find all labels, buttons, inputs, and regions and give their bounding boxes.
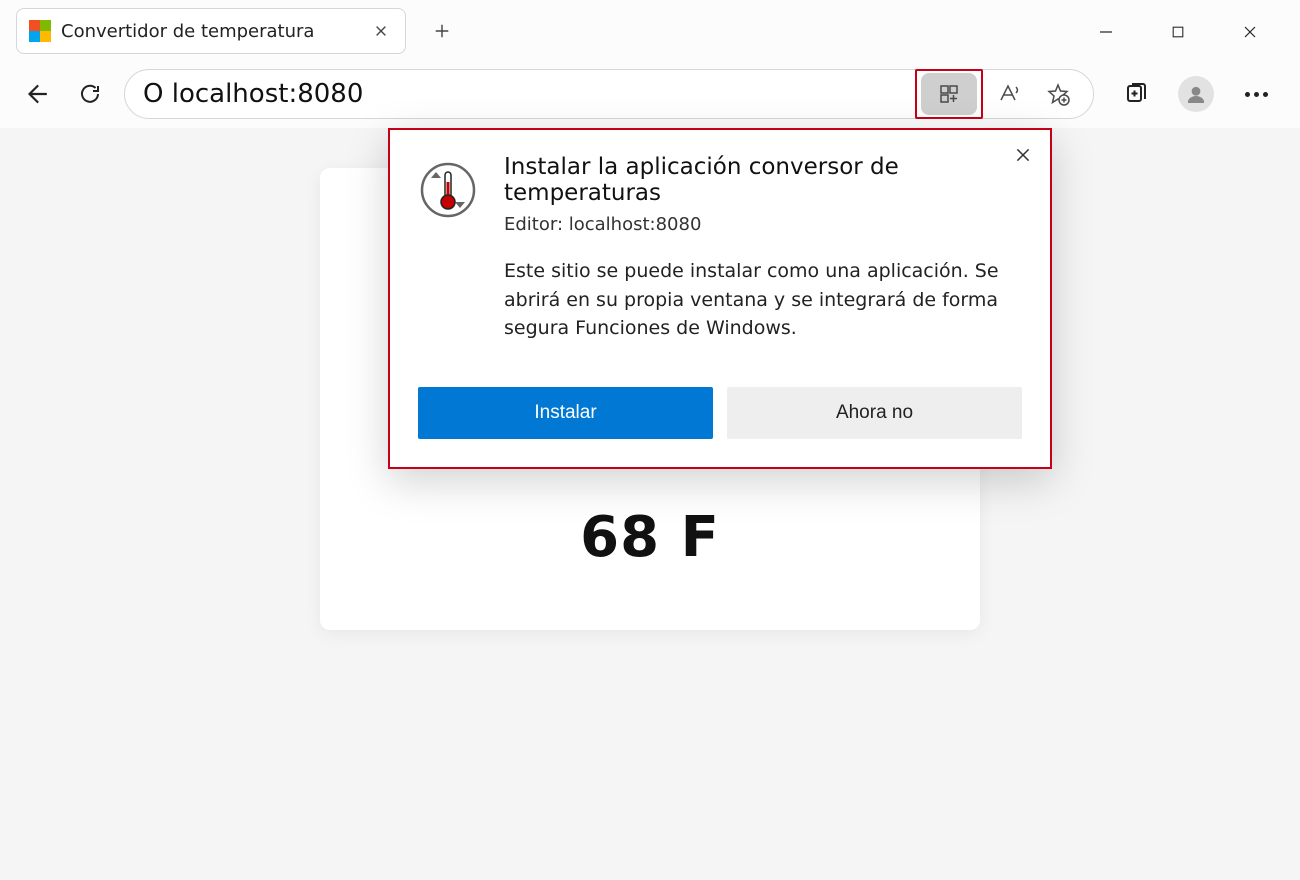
window-maximize-button[interactable] <box>1160 18 1196 46</box>
dialog-description: Este sitio se puede instalar como una ap… <box>504 257 1022 343</box>
result-value: 68 F <box>368 505 932 570</box>
collections-button[interactable] <box>1116 74 1156 114</box>
window-close-button[interactable] <box>1232 18 1268 46</box>
browser-toolbar: O localhost:8080 <box>0 60 1300 128</box>
window-minimize-button[interactable] <box>1088 18 1124 46</box>
page-viewport: con Fahrenheit ⌄ 68 F Instala <box>0 128 1300 880</box>
install-app-button[interactable] <box>921 73 977 115</box>
window-controls <box>1088 8 1292 46</box>
dialog-close-button[interactable] <box>1008 140 1038 170</box>
read-aloud-button[interactable] <box>983 74 1033 114</box>
browser-tab[interactable]: Convertidor de temperatura <box>16 8 406 54</box>
back-button[interactable] <box>16 74 56 114</box>
thermometer-app-icon <box>418 160 478 220</box>
settings-menu-button[interactable] <box>1236 74 1276 114</box>
url-bar-actions <box>915 69 1087 119</box>
refresh-button[interactable] <box>70 74 110 114</box>
new-tab-button[interactable] <box>422 11 462 51</box>
tab-strip: Convertidor de temperatura <box>16 8 462 54</box>
address-bar[interactable]: O localhost:8080 <box>124 69 1094 119</box>
install-button-highlight <box>915 69 983 119</box>
tab-title: Convertidor de temperatura <box>61 21 359 42</box>
favicon-microsoft-icon <box>29 20 51 42</box>
dialog-title: Instalar la aplicación conversor de temp… <box>504 154 1022 206</box>
ellipsis-icon <box>1245 92 1268 97</box>
install-button[interactable]: Instalar <box>418 387 713 439</box>
favorite-button[interactable] <box>1033 74 1083 114</box>
install-app-dialog: Instalar la aplicación conversor de temp… <box>388 128 1052 469</box>
toolbar-extras <box>1108 74 1276 114</box>
tab-close-button[interactable] <box>369 19 393 43</box>
profile-button[interactable] <box>1178 76 1214 112</box>
url-text: O localhost:8080 <box>143 79 901 109</box>
window-chrome: Convertidor de temperatura <box>0 0 1300 60</box>
not-now-button[interactable]: Ahora no <box>727 387 1022 439</box>
dialog-publisher: Editor: localhost:8080 <box>504 214 1022 235</box>
